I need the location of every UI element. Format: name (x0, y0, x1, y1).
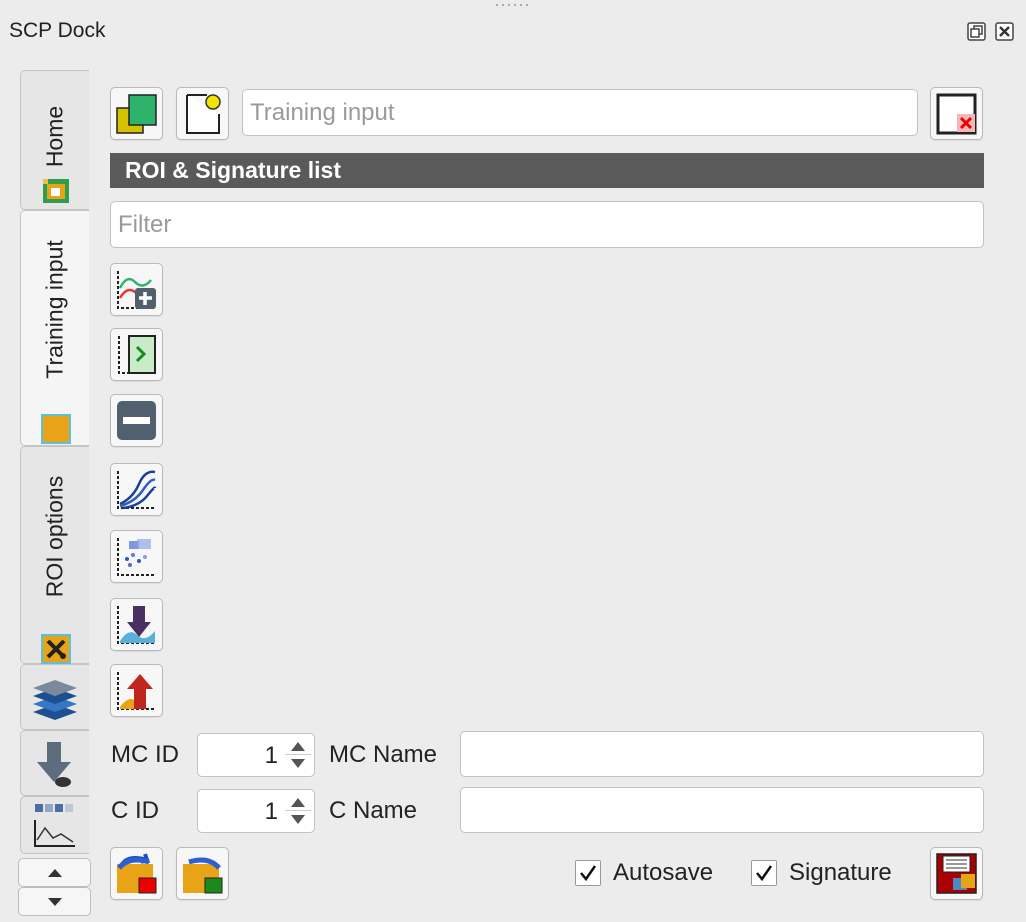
checkmark-icon (580, 865, 597, 882)
mc-id-label: MC ID (111, 741, 179, 768)
undo-save-icon (117, 853, 157, 894)
spectral-plot-icon (34, 804, 75, 847)
signature-checkbox[interactable] (751, 860, 777, 886)
reset-training-input-icon (936, 93, 977, 135)
roi-options-icon (41, 634, 71, 664)
tab-home-label: Home (41, 105, 68, 168)
new-training-file-button[interactable] (176, 87, 229, 140)
home-icon (41, 176, 71, 206)
autosave-checkbox[interactable] (575, 860, 601, 886)
autosave-label: Autosave (613, 859, 714, 886)
c-id-spinbox[interactable]: 1 (197, 789, 315, 833)
stepper-up-icon[interactable] (291, 798, 305, 807)
c-id-label: C ID (111, 797, 159, 824)
mc-id-stepper[interactable] (285, 737, 311, 773)
mc-id-spinbox[interactable]: 1 (197, 733, 315, 777)
import-signatures-button[interactable] (110, 598, 163, 651)
mc-name-label: MC Name (329, 741, 438, 768)
chevron-up-icon (47, 868, 62, 877)
delete-item-button[interactable] (110, 394, 163, 447)
mc-id-value: 1 (264, 742, 278, 769)
delete-item-icon (117, 401, 156, 440)
merge-signatures-button[interactable] (110, 328, 163, 381)
add-signature-button[interactable] (110, 263, 163, 316)
training-input-icon (41, 414, 71, 444)
tabs-scroll-down-button[interactable] (18, 887, 91, 916)
tab-download[interactable] (20, 730, 89, 796)
undo-save-button[interactable] (110, 847, 163, 900)
reset-training-input-button[interactable] (930, 87, 983, 140)
stepper-down-icon[interactable] (291, 815, 305, 824)
checkmark-icon (756, 865, 773, 882)
tab-roi-options-label: ROI options (41, 475, 68, 598)
stepper-up-icon[interactable] (291, 742, 305, 751)
merge-signatures-icon (118, 335, 156, 374)
tab-band-set[interactable] (20, 664, 89, 730)
spectral-signature-plot-icon (117, 470, 157, 510)
tab-training-input[interactable]: Training input (20, 210, 89, 446)
c-id-stepper[interactable] (285, 793, 311, 829)
float-dock-button[interactable] (967, 22, 986, 41)
save-roi-icon (936, 853, 977, 894)
roi-signature-list-header: ROI & Signature list (110, 153, 984, 188)
new-training-file-icon (186, 94, 221, 134)
scatter-plot-icon (117, 538, 155, 576)
tabs-scroll-up-button[interactable] (18, 858, 91, 887)
signature-label: Signature (789, 859, 892, 886)
chevron-down-icon (47, 897, 62, 906)
c-name-input[interactable] (460, 787, 984, 833)
tab-home[interactable]: Home (20, 70, 89, 210)
close-icon (995, 22, 1014, 41)
export-signatures-icon (117, 672, 155, 710)
download-raster-icon (37, 742, 71, 787)
redo-save-icon (183, 857, 223, 894)
stepper-down-icon[interactable] (291, 759, 305, 768)
import-signatures-icon (117, 606, 155, 644)
redo-save-button[interactable] (176, 847, 229, 900)
dock-resize-grip[interactable] (494, 3, 530, 7)
open-training-file-icon (116, 94, 157, 134)
open-training-file-button[interactable] (110, 87, 163, 140)
export-signatures-button[interactable] (110, 664, 163, 717)
tab-spectral-plot[interactable] (20, 796, 89, 854)
tab-training-input-label: Training input (41, 240, 68, 379)
dock-title: SCP Dock (9, 19, 106, 42)
layers-stack-icon (33, 680, 77, 720)
mc-name-input[interactable] (460, 731, 984, 777)
tab-roi-options[interactable]: ROI options (20, 446, 89, 664)
training-input-field[interactable] (242, 89, 918, 136)
float-icon (967, 22, 986, 41)
spectral-signature-plot-button[interactable] (110, 463, 163, 516)
filter-input[interactable] (110, 201, 984, 248)
scatter-plot-button[interactable] (110, 530, 163, 583)
save-roi-button[interactable] (930, 847, 983, 900)
add-signature-icon (117, 271, 156, 309)
c-name-label: C Name (329, 797, 418, 824)
c-id-value: 1 (264, 798, 278, 825)
close-dock-button[interactable] (995, 22, 1014, 41)
